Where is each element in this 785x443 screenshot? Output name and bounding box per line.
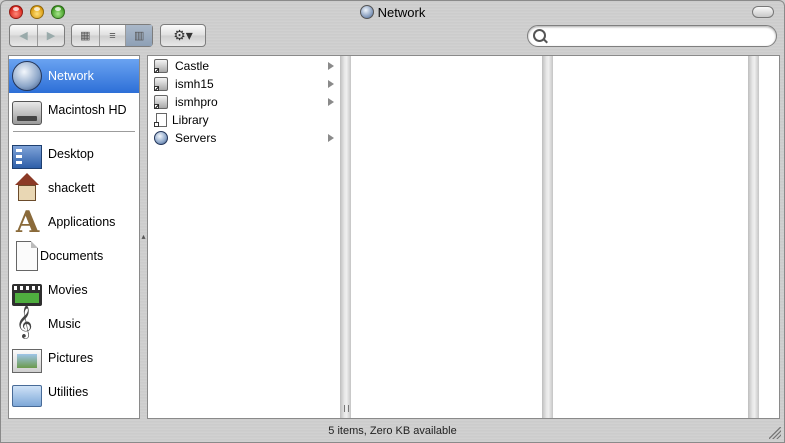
list-item-servers[interactable]: Servers [148,129,340,147]
list-item-ismhpro[interactable]: ismhpro [148,93,340,111]
sidebar: Network Macintosh HD Desktop shackett Ap… [8,55,140,419]
sidebar-item-utilities[interactable]: Utilities [9,375,139,409]
network-globe-icon [12,61,42,91]
sidebar-item-applications[interactable]: Applications [9,205,139,240]
sidebar-item-music[interactable]: Music [9,305,139,341]
disclosure-arrow-icon [328,62,334,70]
sidebar-divider [13,131,135,132]
column-view-icon: ▥ [133,30,145,42]
column-divider[interactable] [542,56,553,418]
sidebar-item-macintosh-hd[interactable]: Macintosh HD [9,93,139,127]
search-field[interactable] [527,25,777,47]
browser-column-2 [351,56,542,418]
sidebar-item-label: Macintosh HD [48,103,127,117]
sidebar-item-shackett[interactable]: shackett [9,171,139,205]
browser-column-3 [553,56,748,418]
hard-drive-icon [12,101,42,125]
list-item-label: ismhpro [175,95,218,109]
list-view-icon: ≡ [109,29,116,42]
back-arrow-icon: ◀ [19,30,28,42]
server-alias-icon [154,95,168,109]
sidebar-resize-handle[interactable]: ▴ [140,233,147,241]
finder-window: Network ◀ ▶ ▦ ≡ ▥ ⚙▾ Network Macintosh H… [0,0,785,443]
back-button[interactable]: ◀ [10,25,37,46]
action-menu-button[interactable]: ⚙▾ [161,25,205,46]
list-item-label: Servers [175,131,217,145]
toolbar-toggle-button[interactable] [752,6,774,18]
network-globe-icon [359,5,374,19]
sidebar-item-label: Movies [48,283,88,297]
icon-view-button[interactable]: ▦ [72,25,99,46]
server-alias-icon [154,59,168,73]
search-icon [533,29,546,42]
applications-icon [12,205,42,240]
list-item-label: Castle [175,59,210,73]
disclosure-arrow-icon [328,80,334,88]
column-resize-grip-icon[interactable] [344,405,349,412]
sidebar-item-label: Utilities [48,385,89,399]
list-item-label: ismh15 [175,77,214,91]
column-divider[interactable] [748,56,759,418]
sidebar-item-label: Desktop [48,147,94,161]
document-alias-icon [154,113,167,127]
sidebar-item-label: shackett [48,181,95,195]
gear-icon: ⚙▾ [173,27,193,43]
list-view-button[interactable]: ≡ [98,25,126,46]
pictures-icon [12,349,42,373]
sidebar-item-pictures[interactable]: Pictures [9,341,139,375]
list-item-label: Library [172,113,209,127]
view-mode-control: ▦ ≡ ▥ [71,24,153,47]
sidebar-item-network[interactable]: Network [9,59,139,93]
search-input[interactable] [550,28,769,46]
icon-view-icon: ▦ [80,30,91,42]
utilities-icon [12,385,42,407]
sidebar-item-movies[interactable]: Movies [9,273,139,307]
title-bar[interactable]: Network [1,1,784,23]
action-menu-control: ⚙▾ [160,24,206,47]
column-browser: Castle ismh15 ismhpro Library Servers [147,55,780,419]
forward-arrow-icon: ▶ [46,30,56,42]
sidebar-item-desktop[interactable]: Desktop [9,137,139,171]
browser-column-1: Castle ismh15 ismhpro Library Servers [148,56,340,418]
back-forward-control: ◀ ▶ [9,24,65,47]
music-icon [12,305,42,339]
sidebar-item-documents[interactable]: Documents [9,239,139,273]
list-item-castle[interactable]: Castle [148,57,340,75]
window-title-text: Network [377,5,426,20]
disclosure-arrow-icon [328,134,334,142]
server-alias-icon [154,77,168,91]
documents-icon [16,241,38,271]
list-item-ismh15[interactable]: ismh15 [148,75,340,93]
movies-icon [12,284,42,306]
window-resize-handle[interactable] [769,427,781,439]
window-title: Network [1,5,784,20]
home-icon [12,173,42,203]
sidebar-item-label: Documents [40,249,104,263]
sidebar-item-label: Network [48,69,94,83]
sidebar-item-label: Pictures [48,351,94,365]
status-bar: 5 items, Zero KB available [1,420,784,442]
column-view-button[interactable]: ▥ [125,25,152,46]
sidebar-item-label: Applications [48,215,116,229]
sidebar-item-label: Music [48,317,81,331]
status-text: 5 items, Zero KB available [328,425,457,437]
desktop-icon [12,145,42,169]
forward-button[interactable]: ▶ [37,25,64,46]
column-divider[interactable] [340,56,351,418]
list-item-library[interactable]: Library [148,111,340,129]
disclosure-arrow-icon [328,98,334,106]
network-globe-icon [154,131,168,145]
